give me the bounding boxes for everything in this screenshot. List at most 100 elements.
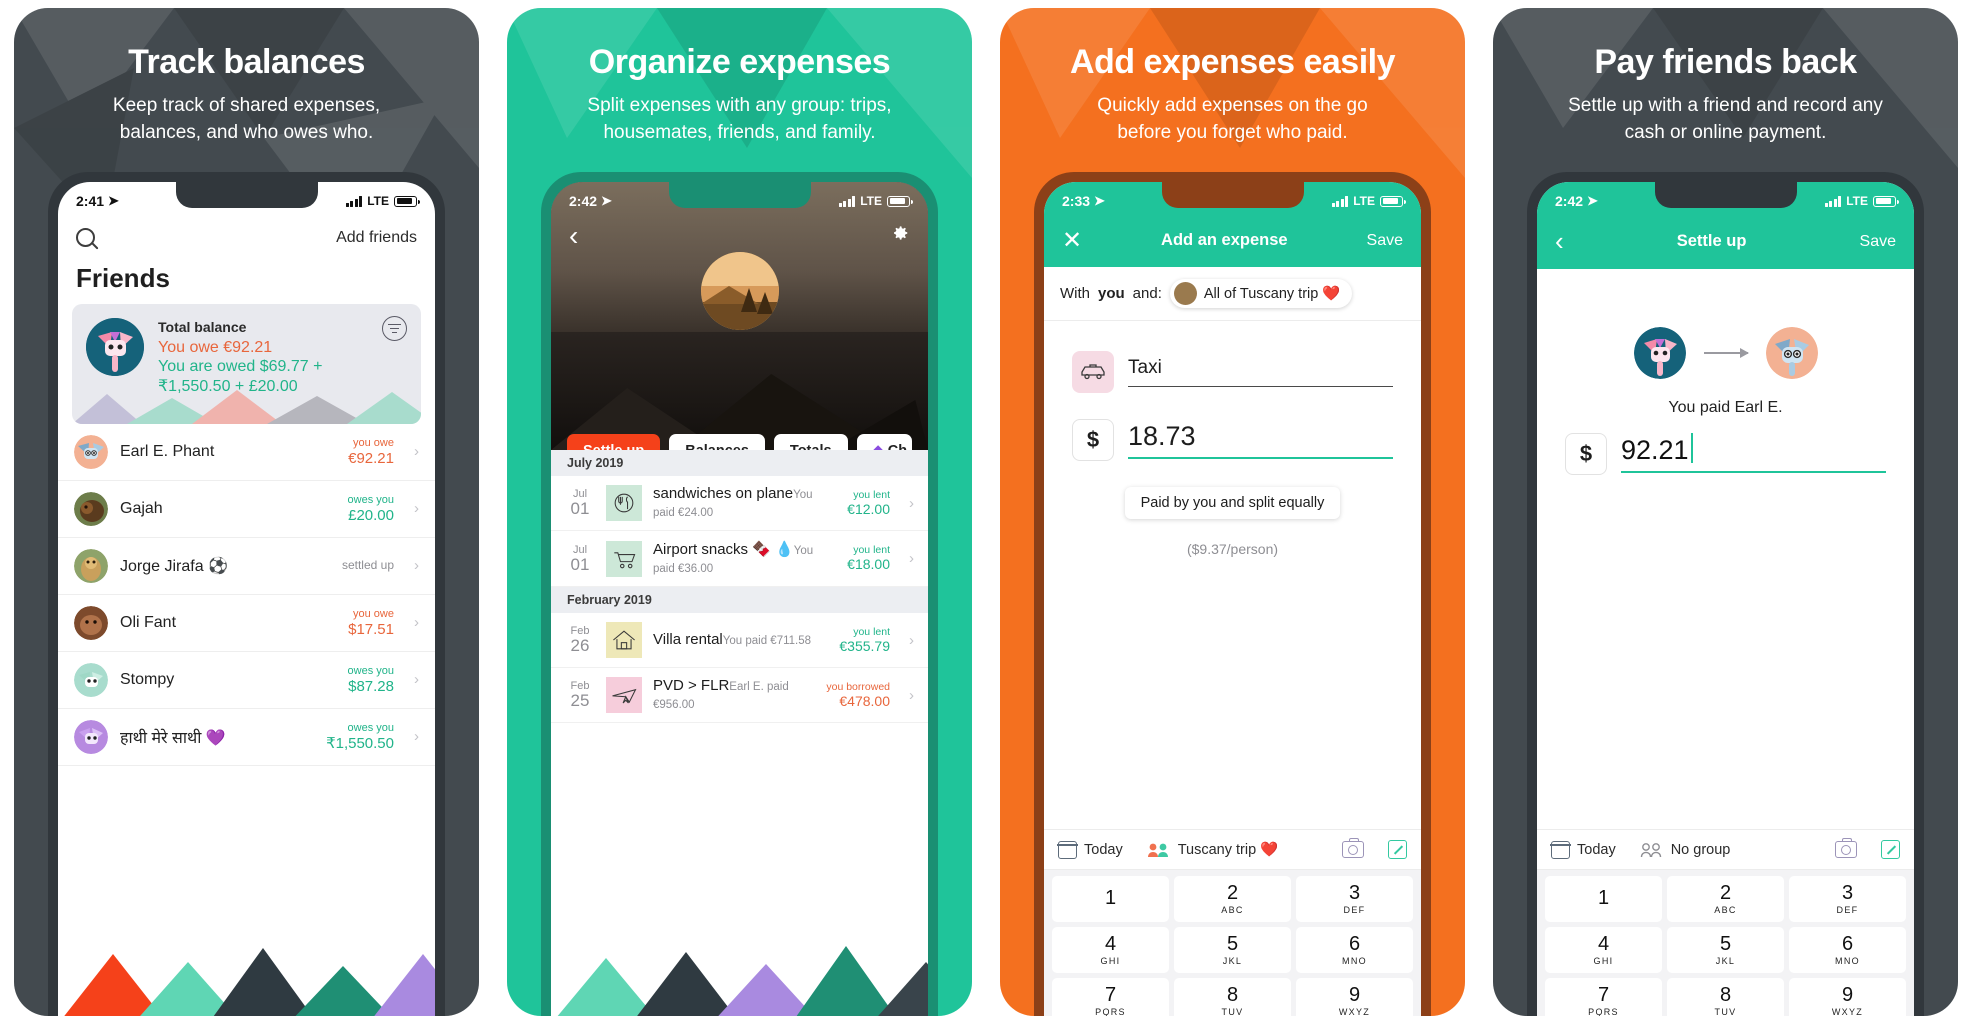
key-3[interactable]: 3 DEF	[1296, 876, 1413, 922]
key-7[interactable]: 7 PQRS	[1545, 978, 1662, 1016]
date-label: Today	[1084, 841, 1123, 858]
nav-bar: ‹ Settle up Save	[1537, 220, 1914, 269]
key-letters: MNO	[1342, 956, 1367, 966]
payer-avatar	[1633, 327, 1686, 379]
amount-input[interactable]: 18.73	[1128, 421, 1393, 459]
key-1[interactable]: 1	[1052, 876, 1169, 922]
phone-frame: 2:33 ➤ LTE ✕ Add an expense Save With yo…	[1034, 172, 1431, 1016]
nav-area: 2:42 ➤ LTE ‹ Settle up Save	[1537, 182, 1914, 269]
key-letters: ABC	[1221, 905, 1244, 915]
amount-input[interactable]: 92.21	[1621, 433, 1886, 473]
group-icon	[1640, 842, 1664, 858]
date-button[interactable]: Today	[1057, 840, 1123, 859]
chevron-right-icon: ›	[414, 671, 419, 689]
add-friends-button[interactable]: Add friends	[336, 229, 417, 247]
back-icon[interactable]: ‹	[1555, 226, 1564, 257]
camera-icon[interactable]	[1342, 838, 1364, 858]
key-6[interactable]: 6 MNO	[1789, 927, 1906, 973]
panel-pay-friends-back: Pay friends back Settle up with a friend…	[1493, 8, 1958, 1016]
key-3[interactable]: 3 DEF	[1789, 876, 1906, 922]
group-button[interactable]: No group	[1640, 842, 1730, 858]
group-pill-2[interactable]: Totals	[773, 434, 848, 450]
key-9[interactable]: 9 WXYZ	[1296, 978, 1413, 1016]
key-6[interactable]: 6 MNO	[1296, 927, 1413, 973]
key-1[interactable]: 1	[1545, 876, 1662, 922]
key-4[interactable]: 4 GHI	[1052, 927, 1169, 973]
key-digit: 2	[1226, 882, 1239, 904]
search-icon[interactable]	[76, 228, 95, 247]
key-5[interactable]: 5 JKL	[1174, 927, 1291, 973]
date-label: Today	[1577, 841, 1616, 858]
chevron-right-icon: ›	[909, 494, 914, 512]
group-pill-0[interactable]: Settle up	[567, 434, 661, 450]
key-letters: TUV	[1714, 1007, 1737, 1016]
key-letters: WXYZ	[1831, 1007, 1864, 1016]
key-4[interactable]: 4 GHI	[1545, 927, 1662, 973]
balance-label: owes you	[347, 664, 394, 677]
key-letters: ABC	[1714, 905, 1737, 915]
key-letters: DEF	[1836, 905, 1859, 915]
balance-label: you lent	[853, 625, 890, 638]
battery-icon	[887, 195, 913, 207]
currency-button[interactable]: $	[1565, 433, 1607, 475]
key-digit: 9	[1841, 984, 1854, 1006]
earl-avatar-icon	[1765, 327, 1818, 379]
pill-label: Totals	[790, 443, 832, 450]
note-icon[interactable]	[1388, 840, 1407, 859]
group-pill-1[interactable]: Balances	[669, 434, 765, 450]
camera-icon[interactable]	[1835, 838, 1857, 858]
friend-row[interactable]: Oli Fant you owe $17.51 ›	[58, 595, 435, 652]
date-button[interactable]: Today	[1550, 840, 1616, 859]
key-8[interactable]: 8 TUV	[1667, 978, 1784, 1016]
expense-row[interactable]: Feb 25 PVD > FLREarl E. paid €956.00 you bo…	[551, 668, 928, 723]
avatar	[74, 491, 108, 526]
group-chip[interactable]: All of Tuscany trip ❤️	[1169, 279, 1353, 308]
friend-row[interactable]: हाथी मेरे साथी 💜 owes you ₹1,550.50 ›	[58, 709, 435, 766]
panel-subheading: Keep track of shared expenses, balances,…	[112, 95, 381, 143]
key-7[interactable]: 7 PQRS	[1052, 978, 1169, 1016]
friend-row[interactable]: Earl E. Phant you owe €92.21 ›	[58, 424, 435, 481]
key-digit: 2	[1719, 882, 1732, 904]
panel-caption: Organize expenses Split expenses with an…	[507, 8, 972, 146]
expense-row[interactable]: Jul 01 sandwiches on planeYou paid €24.00 y…	[551, 476, 928, 531]
note-icon[interactable]	[1881, 840, 1900, 859]
close-icon[interactable]: ✕	[1062, 226, 1082, 255]
with-people-row[interactable]: With you and: All of Tuscany trip ❤️	[1044, 267, 1421, 321]
back-icon[interactable]: ‹	[569, 222, 578, 250]
expense-row[interactable]: Feb 26 Villa rentalYou paid €711.58 you len…	[551, 613, 928, 668]
key-2[interactable]: 2 ABC	[1667, 876, 1784, 922]
save-button[interactable]: Save	[1367, 232, 1403, 250]
key-2[interactable]: 2 ABC	[1174, 876, 1291, 922]
split-method-button[interactable]: Paid by you and split equally	[1124, 487, 1341, 519]
pill-label: Balances	[685, 443, 749, 450]
friend-row[interactable]: Stompy owes you $87.28 ›	[58, 652, 435, 709]
group-button[interactable]: Tuscany trip ❤️	[1147, 841, 1278, 858]
taxi-icon[interactable]	[1072, 351, 1114, 393]
key-5[interactable]: 5 JKL	[1667, 927, 1784, 973]
total-balance-card[interactable]: Total balance You owe €92.21 You are owe…	[72, 304, 421, 424]
balance-label: you owe	[353, 607, 394, 620]
footer-mountains	[557, 946, 928, 1016]
bottom-section: Today No group 1 2 ABC 3 DEF 4 GHI 5 JKL…	[1537, 829, 1914, 1016]
expense-date: Jul 01	[570, 543, 590, 574]
pill-label: Ch	[888, 443, 907, 450]
filter-menu-icon[interactable]	[382, 316, 407, 341]
description-input[interactable]: Taxi	[1128, 357, 1393, 387]
key-digit: 7	[1104, 984, 1117, 1006]
friends-list: Earl E. Phant you owe €92.21 › Gajah owes you…	[58, 424, 435, 766]
currency-button[interactable]: $	[1072, 419, 1114, 461]
key-9[interactable]: 9 WXYZ	[1789, 978, 1906, 1016]
friend-row[interactable]: Jorge Jirafa ⚽ settled up ›	[58, 538, 435, 595]
friend-row[interactable]: Gajah owes you £20.00 ›	[58, 481, 435, 538]
group-pill-3[interactable]: ◆ Ch	[856, 434, 912, 450]
balance-amount: £20.00	[348, 506, 394, 524]
save-button[interactable]: Save	[1860, 233, 1896, 251]
signal-icon	[838, 195, 856, 207]
settle-entry: $ 92.21	[1537, 417, 1914, 475]
expense-row[interactable]: Jul 01 Airport snacks 🍫 💧You paid €36.00 yo…	[551, 531, 928, 587]
chevron-right-icon: ›	[414, 728, 419, 746]
friend-balance: settled up	[342, 558, 394, 573]
balance-amount: €18.00	[847, 556, 890, 573]
gear-icon[interactable]	[888, 222, 910, 244]
key-8[interactable]: 8 TUV	[1174, 978, 1291, 1016]
